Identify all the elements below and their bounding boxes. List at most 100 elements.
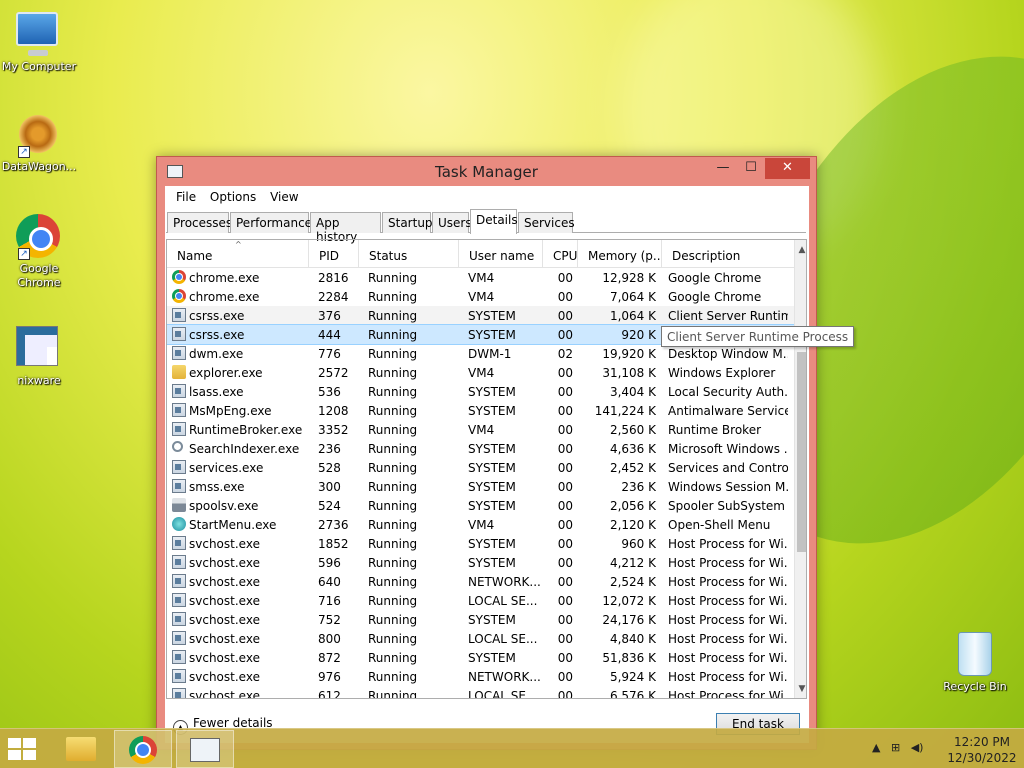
table-row[interactable]: MsMpEng.exe 1208 Running SYSTEM 00 141,224 K A… [167, 401, 794, 420]
cell-description: Host Process for Wi... [668, 670, 788, 684]
table-row[interactable]: svchost.exe 716 Running LOCAL SE... 00 12,072… [167, 591, 794, 610]
cell-name: services.exe [189, 461, 264, 475]
chrome-icon: ↗ [16, 214, 62, 260]
scroll-up-arrow-icon[interactable]: ▲ [795, 242, 806, 259]
network-icon[interactable]: ⊞ [891, 741, 900, 754]
cell-pid: 1852 [318, 537, 349, 551]
tab-users[interactable]: Users [432, 212, 472, 233]
tab-app-history[interactable]: App history [310, 212, 381, 244]
table-row[interactable]: explorer.exe 2572 Running VM4 00 31,108 K Wind… [167, 363, 794, 382]
cell-pid: 2736 [318, 518, 349, 532]
table-row[interactable]: svchost.exe 800 Running LOCAL SE... 00 4,840 … [167, 629, 794, 648]
column-header-name[interactable]: ^ Name [167, 240, 309, 268]
cell-status: Running [368, 518, 418, 532]
table-row[interactable]: svchost.exe 1852 Running SYSTEM 00 960 K Host … [167, 534, 794, 553]
column-header-cpu[interactable]: CPU [543, 240, 578, 268]
tab-processes[interactable]: Processes [167, 212, 232, 233]
close-button[interactable]: ✕ [765, 158, 810, 179]
cell-status: Running [368, 613, 418, 627]
cell-pid: 536 [318, 385, 341, 399]
table-row[interactable]: chrome.exe 2816 Running VM4 00 12,928 K Google… [167, 268, 794, 287]
table-row[interactable]: svchost.exe 596 Running SYSTEM 00 4,212 K Host… [167, 553, 794, 572]
table-row[interactable]: services.exe 528 Running SYSTEM 00 2,452 K Ser… [167, 458, 794, 477]
cell-user-name: SYSTEM [468, 480, 516, 494]
cell-pid: 2284 [318, 290, 349, 304]
cell-user-name: LOCAL SE... [468, 689, 538, 699]
cell-name: SearchIndexer.exe [189, 442, 300, 456]
cell-description: Open-Shell Menu [668, 518, 771, 532]
cell-pid: 1208 [318, 404, 349, 418]
column-header-memory[interactable]: Memory (p... [578, 240, 662, 268]
tab-performance[interactable]: Performance [230, 212, 312, 233]
cell-cpu: 00 [557, 328, 573, 342]
cell-name: smss.exe [189, 480, 245, 494]
clock[interactable]: 12:20 PM 12/30/2022 [942, 734, 1022, 766]
scroll-down-arrow-icon[interactable]: ▼ [795, 681, 806, 698]
column-header-pid[interactable]: PID [309, 240, 359, 268]
tab-details[interactable]: Details [470, 209, 518, 234]
taskbar-file-explorer[interactable] [52, 730, 110, 768]
column-header-status[interactable]: Status [359, 240, 459, 268]
desktop-icon-my-computer[interactable]: My Computer [0, 8, 78, 74]
vertical-scrollbar[interactable]: ▲ ▼ [794, 240, 806, 698]
table-row[interactable]: spoolsv.exe 524 Running SYSTEM 00 2,056 K Spoo… [167, 496, 794, 515]
desktop-icon-nixware[interactable]: nixware [0, 322, 78, 388]
cell-memory: 12,072 K [602, 594, 656, 608]
menu-view[interactable]: View [265, 186, 303, 208]
minimize-button[interactable]: — [709, 158, 737, 179]
cell-description: Desktop Window M... [668, 347, 788, 361]
menu-options[interactable]: Options [205, 186, 261, 208]
taskbar-chrome[interactable] [114, 730, 172, 768]
cell-status: Running [368, 385, 418, 399]
chrome-icon [129, 736, 157, 764]
table-row[interactable]: smss.exe 300 Running SYSTEM 00 236 K Windows S… [167, 477, 794, 496]
table-row[interactable]: chrome.exe 2284 Running VM4 00 7,064 K Google … [167, 287, 794, 306]
cell-memory: 19,920 K [602, 347, 656, 361]
table-row[interactable]: StartMenu.exe 2736 Running VM4 00 2,120 K Open… [167, 515, 794, 534]
tab-startup[interactable]: Startup [382, 212, 433, 233]
cell-user-name: NETWORK... [468, 575, 541, 589]
taskbar-task-manager[interactable] [176, 730, 234, 768]
cell-pid: 2816 [318, 271, 349, 285]
chrome-icon [172, 270, 186, 284]
desktop-icon-datawagon[interactable]: ↗ DataWagon... [0, 112, 78, 174]
volume-icon[interactable]: ◀) [911, 741, 924, 754]
cell-description: Host Process for Wi... [668, 575, 788, 589]
table-row[interactable]: csrss.exe 376 Running SYSTEM 00 1,064 K Client… [167, 306, 794, 325]
cell-pid: 640 [318, 575, 341, 589]
show-hidden-icon[interactable]: ▲ [872, 741, 880, 754]
tab-services[interactable]: Services [518, 212, 575, 233]
desktop-icon-label: nixware [17, 374, 61, 387]
cell-memory: 12,928 K [602, 271, 656, 285]
cell-user-name: VM4 [468, 271, 495, 285]
table-row[interactable]: svchost.exe 752 Running SYSTEM 00 24,176 K Hos… [167, 610, 794, 629]
menu-file[interactable]: File [171, 186, 201, 208]
cell-description: Client Server Runtim... [668, 309, 788, 323]
table-row[interactable]: svchost.exe 640 Running NETWORK... 00 2,524 K… [167, 572, 794, 591]
cell-user-name: SYSTEM [468, 556, 516, 570]
table-row[interactable]: RuntimeBroker.exe 3352 Running VM4 00 2,560 K… [167, 420, 794, 439]
table-row[interactable]: svchost.exe 612 Running LOCAL SE... 00 6,576 … [167, 686, 794, 699]
cell-cpu: 00 [557, 290, 573, 304]
window-icon [172, 403, 186, 417]
column-header-description[interactable]: Description [662, 240, 794, 268]
cell-description: Host Process for Wi... [668, 689, 788, 699]
table-row[interactable]: svchost.exe 976 Running NETWORK... 00 5,924 K… [167, 667, 794, 686]
maximize-button[interactable]: ☐ [737, 158, 765, 179]
table-row[interactable]: lsass.exe 536 Running SYSTEM 00 3,404 K Local … [167, 382, 794, 401]
folder-icon [172, 365, 186, 379]
cell-pid: 716 [318, 594, 341, 608]
cell-cpu: 00 [557, 385, 573, 399]
cell-name: StartMenu.exe [189, 518, 277, 532]
cell-memory: 1,064 K [609, 309, 656, 323]
title-bar[interactable]: Task Manager — ☐ ✕ [157, 157, 816, 186]
table-row[interactable]: SearchIndexer.exe 236 Running SYSTEM 00 4,636… [167, 439, 794, 458]
table-row[interactable]: svchost.exe 872 Running SYSTEM 00 51,836 K Hos… [167, 648, 794, 667]
desktop-icon-recycle-bin[interactable]: Recycle Bin [936, 632, 1014, 694]
cell-status: Running [368, 499, 418, 513]
scroll-thumb[interactable] [797, 352, 806, 552]
desktop-icon-google-chrome[interactable]: ↗ Google Chrome [0, 214, 78, 290]
start-button[interactable] [8, 738, 38, 762]
cell-description: Host Process for Wi... [668, 632, 788, 646]
column-header-user-name[interactable]: User name [459, 240, 543, 268]
